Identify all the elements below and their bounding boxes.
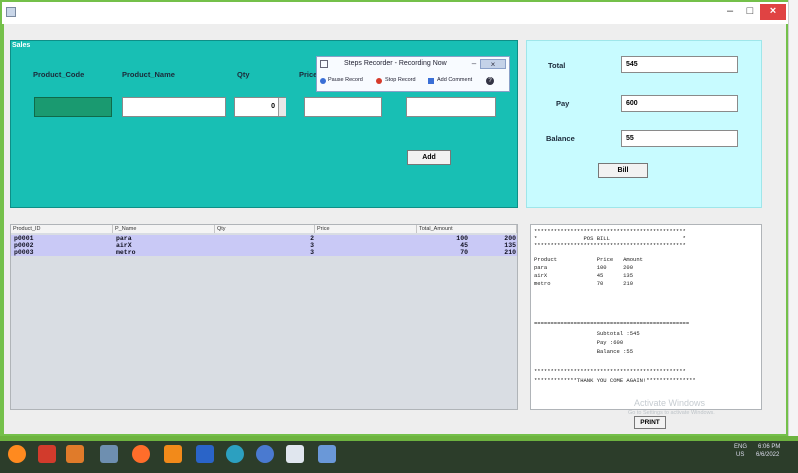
side-scrollbar[interactable] [788, 0, 798, 436]
receipt-line: para 100 200 [534, 264, 634, 271]
steps-recorder-title: Steps Recorder - Recording Now [344, 60, 447, 67]
cell-qty: 2 [310, 235, 314, 242]
add-comment-button[interactable]: Add Comment [437, 77, 472, 83]
cell-qty: 3 [310, 249, 314, 256]
firefox-icon[interactable] [132, 445, 150, 463]
media-player-icon[interactable] [66, 445, 84, 463]
sales-title: Sales [12, 42, 31, 49]
app-icon-orange[interactable] [164, 445, 182, 463]
receipt-line: *************THANK YOU COME AGAIN!******… [534, 377, 696, 384]
receipt-line: Subtotal :545 [534, 330, 640, 337]
region-indicator[interactable]: US [736, 452, 744, 458]
steps-recorder-icon [320, 60, 328, 68]
taskbar [0, 441, 798, 473]
header-total-amount[interactable]: Total_Amount [417, 225, 517, 233]
cell-p-name: metro [116, 249, 136, 256]
pause-icon [320, 78, 326, 84]
receipt-line: ****************************************… [534, 228, 686, 235]
receipt-line: ========================================… [534, 320, 690, 327]
app-icon-blue[interactable] [256, 445, 274, 463]
activate-windows-title: Activate Windows [634, 398, 706, 408]
receipt-line: airX 45 135 [534, 272, 634, 279]
cell-price: 45 [460, 242, 468, 249]
cell-total: 210 [504, 249, 516, 256]
receipt-line: ****************************************… [534, 368, 686, 375]
close-button[interactable]: × [760, 4, 786, 20]
steps-close-icon[interactable]: × [480, 59, 506, 69]
cell-product-id: p0003 [14, 249, 34, 256]
maximize-button[interactable]: □ [740, 4, 760, 20]
receipt-line: metro 70 210 [534, 280, 634, 287]
cell-total: 135 [504, 242, 516, 249]
header-qty[interactable]: Qty [215, 225, 315, 233]
cell-qty: 3 [310, 242, 314, 249]
pay-label: Pay [556, 99, 570, 108]
receipt-line: Pay :600 [534, 339, 624, 346]
header-price[interactable]: Price [315, 225, 417, 233]
comment-icon [428, 78, 434, 84]
cell-product-id: p0002 [14, 242, 34, 249]
window-app-icon[interactable] [286, 445, 304, 463]
product-code-label: Product_Code [33, 70, 85, 79]
pause-record-button[interactable]: Pause Record [328, 77, 363, 83]
product-code-field[interactable] [34, 97, 112, 117]
balance-label: Balance [546, 134, 575, 143]
cell-price: 100 [456, 235, 468, 242]
cell-p-name: para [116, 235, 132, 242]
add-button[interactable]: Add [407, 150, 451, 165]
cell-p-name: airX [116, 242, 132, 249]
product-name-label: Product_Name [122, 70, 175, 79]
language-indicator[interactable]: ENG [734, 444, 747, 450]
total-field[interactable]: 545 [621, 56, 738, 73]
chrome-icon[interactable] [226, 445, 244, 463]
qty-spin-arrows[interactable] [278, 98, 286, 116]
product-name-field[interactable] [122, 97, 226, 117]
receipt-line: ****************************************… [534, 242, 686, 249]
qty-label: Qty [237, 70, 250, 79]
pay-field[interactable]: 600 [621, 95, 738, 112]
price-field[interactable] [304, 97, 382, 117]
powerpoint-icon[interactable] [38, 445, 56, 463]
minimize-button[interactable]: – [720, 4, 740, 20]
netbeans-icon[interactable] [196, 445, 214, 463]
receipt-line: Product Price Amount [534, 256, 643, 263]
steps-recorder-taskbar-icon[interactable] [318, 445, 336, 463]
title-bar [2, 2, 788, 24]
receipt-line: Balance :55 [534, 348, 634, 355]
total-label: Total [548, 61, 566, 70]
amount-field[interactable] [406, 97, 496, 117]
print-button[interactable]: PRINT [634, 416, 666, 429]
header-p-name[interactable]: P_Name [113, 225, 215, 233]
stop-icon [376, 78, 382, 84]
balance-field[interactable]: 55 [621, 130, 738, 147]
start-icon[interactable] [8, 445, 26, 463]
cell-total: 200 [504, 235, 516, 242]
clock-time[interactable]: 6:06 PM [758, 444, 780, 450]
bill-button[interactable]: Bill [598, 163, 648, 178]
header-product-id[interactable]: Product_ID [11, 225, 113, 233]
help-icon[interactable]: ? [486, 77, 494, 85]
receipt-line: * POS BILL * [534, 235, 686, 242]
stop-record-button[interactable]: Stop Record [385, 77, 416, 83]
price-label: Price [299, 70, 318, 79]
cell-product-id: p0001 [14, 235, 34, 242]
steps-minimize-icon[interactable]: – [468, 60, 480, 69]
clock-date[interactable]: 6/6/2022 [756, 452, 779, 458]
notes-icon[interactable] [100, 445, 118, 463]
app-icon [6, 7, 16, 17]
cell-price: 70 [460, 249, 468, 256]
